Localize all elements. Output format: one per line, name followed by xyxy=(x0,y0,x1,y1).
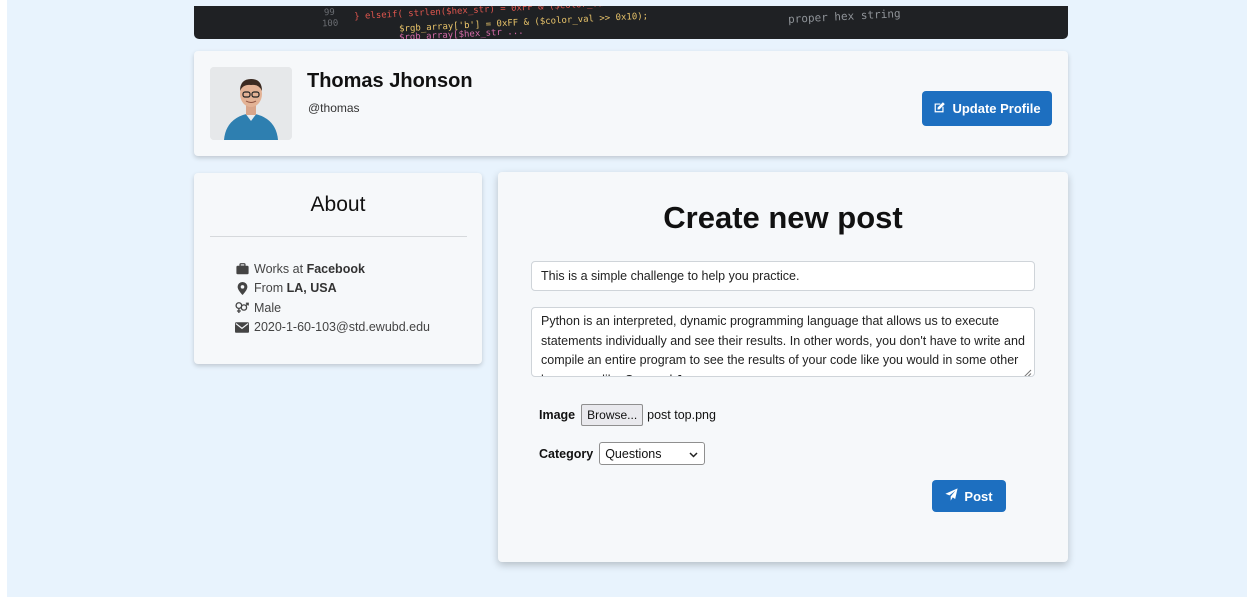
paper-plane-icon xyxy=(945,488,958,504)
post-button-label: Post xyxy=(964,488,993,504)
update-profile-label: Update Profile xyxy=(952,101,1041,116)
about-item-email: 2020-1-60-103@std.ewubd.edu xyxy=(235,318,430,338)
about-item-gender: Male xyxy=(235,298,430,318)
envelope-icon xyxy=(235,320,249,334)
about-divider xyxy=(210,236,467,237)
post-title-input[interactable] xyxy=(531,261,1035,291)
about-list: Works at Facebook From LA, USA Male 2020… xyxy=(235,259,430,337)
code-comment: proper hex string xyxy=(787,7,901,26)
about-title: About xyxy=(310,193,366,216)
about-from-value: LA, USA xyxy=(286,281,337,296)
profile-card: Thomas Jhonson @thomas Update Profile xyxy=(194,51,1068,156)
category-field: Category Questions xyxy=(539,442,706,465)
about-item-work: Works at Facebook xyxy=(235,259,430,279)
category-label: Category xyxy=(539,446,594,461)
category-select[interactable]: Questions xyxy=(599,442,706,465)
code-line-number: 100 xyxy=(321,18,339,30)
profile-name: Thomas Jhonson xyxy=(307,70,473,92)
profile-handle: @thomas xyxy=(308,101,360,115)
about-gender-value: Male xyxy=(254,300,282,315)
post-button[interactable]: Post xyxy=(932,480,1006,512)
about-work-value: Facebook xyxy=(306,261,365,276)
page-background: 99 100 } elseif( strlen($hex_str) = 0xFF… xyxy=(7,0,1247,597)
update-profile-button[interactable]: Update Profile xyxy=(922,91,1052,126)
about-email-value: 2020-1-60-103@std.ewubd.edu xyxy=(254,320,431,335)
gender-icon xyxy=(235,301,249,315)
create-post-title: Create new post xyxy=(663,200,903,235)
briefcase-icon xyxy=(235,262,249,276)
about-item-location: From LA, USA xyxy=(235,279,430,299)
about-card: About Works at Facebook From LA, USA Mal… xyxy=(194,173,482,364)
about-from-prefix: From xyxy=(254,281,287,296)
avatar xyxy=(210,67,292,140)
post-body-text: Python is an interpreted, dynamic progra… xyxy=(541,314,1025,376)
cover-image: 99 100 } elseif( strlen($hex_str) = 0xFF… xyxy=(194,6,1068,39)
image-field: Image Browse... post top.png xyxy=(539,404,716,426)
edit-icon xyxy=(933,101,946,117)
create-post-card: Create new post Python is an interpreted… xyxy=(498,172,1068,562)
category-selected-value: Questions xyxy=(605,446,662,461)
selected-file-name: post top.png xyxy=(647,408,716,422)
about-work-prefix: Works at xyxy=(254,261,307,276)
image-label: Image xyxy=(539,408,576,422)
resize-grip-icon[interactable] xyxy=(1023,365,1032,376)
browse-button[interactable]: Browse... xyxy=(581,404,644,426)
post-body-textarea[interactable]: Python is an interpreted, dynamic progra… xyxy=(531,307,1035,377)
map-pin-icon xyxy=(235,281,249,295)
code-line-number: 99 xyxy=(323,7,336,19)
chevron-down-icon xyxy=(689,447,698,461)
